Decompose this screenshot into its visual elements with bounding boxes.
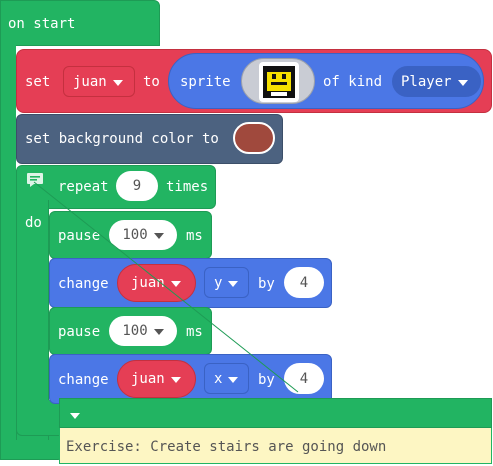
comment-body[interactable]: Exercise: Create stairs are going down (59, 428, 492, 464)
comment-header[interactable] (59, 398, 492, 428)
chevron-down-icon (70, 413, 80, 419)
comment-text: Exercise: Create stairs are going down (66, 439, 387, 455)
comment-connector (33, 181, 299, 393)
